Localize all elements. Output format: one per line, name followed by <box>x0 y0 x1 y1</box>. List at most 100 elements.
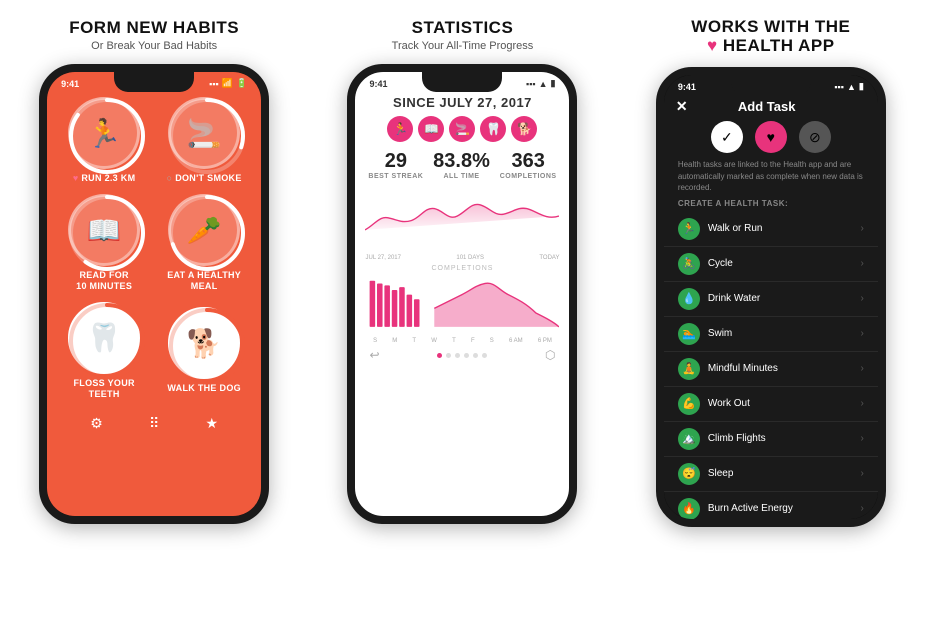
health-item-sleep[interactable]: 😴 Sleep › <box>664 457 878 492</box>
dot-4 <box>464 353 469 358</box>
mindful-chevron: › <box>860 363 863 374</box>
task-type-row: ✓ ♥ ⊘ <box>664 117 878 159</box>
stat-alltime-label: ALL TIME <box>443 173 479 180</box>
habit-read: 📖 READ FOR10 MINUTES <box>59 194 149 292</box>
health-item-swim[interactable]: 🏊 Swim › <box>664 317 878 352</box>
walk-label: Walk or Run <box>708 223 763 234</box>
workout-chevron: › <box>860 398 863 409</box>
habit-run: 🏃 ♥ RUN 2.3 KM <box>59 97 149 184</box>
title-line1-text: WORKS WITH THE <box>691 17 850 36</box>
panel2-subtitle: Track Your All-Time Progress <box>392 40 534 52</box>
chart-date-mid: 101 DAYS <box>456 255 484 261</box>
panel-statistics: STATISTICS Track Your All-Time Progress … <box>308 0 616 634</box>
habit-circle-dog: 🐕 <box>168 307 240 379</box>
habit-circle-read: 📖 <box>68 194 140 266</box>
energy-icon: 🔥 <box>678 498 700 519</box>
sleep-icon: 😴 <box>678 463 700 485</box>
habit-smoke: 🚬 ○ DON'T SMOKE <box>159 97 249 184</box>
stats-icon-smoke: 🚬 <box>449 116 475 142</box>
health-item-water[interactable]: 💧 Drink Water › <box>664 282 878 317</box>
workout-label: Work Out <box>708 398 750 409</box>
page-dots <box>380 353 545 358</box>
health-item-walk[interactable]: 🏃 Walk or Run › <box>664 212 878 247</box>
panel-habits: FORM NEW HABITS Or Break Your Bad Habits… <box>0 0 308 634</box>
stat-streak: 29 BEST STREAK <box>368 150 423 180</box>
day-s2: S <box>490 338 494 344</box>
cycle-label: Cycle <box>708 258 733 269</box>
panel2-title: STATISTICS <box>412 18 514 38</box>
task-type-check[interactable]: ✓ <box>711 121 743 153</box>
habits-grid: 🏃 ♥ RUN 2.3 KM 🚬 ○ DON'T SMOKE <box>47 91 261 407</box>
stat-alltime-value: 83.8% <box>433 150 490 173</box>
swim-icon: 🏊 <box>678 323 700 345</box>
dot-2 <box>446 353 451 358</box>
task-type-block[interactable]: ⊘ <box>799 121 831 153</box>
star-icon[interactable]: ★ <box>205 415 218 432</box>
add-task-header: ✕ Add Task <box>664 94 878 117</box>
habit-label-read: READ FOR10 MINUTES <box>76 270 132 292</box>
dot-3 <box>455 353 460 358</box>
habit-circle-eat: 🥕 <box>168 194 240 266</box>
habit-eat: 🥕 EAT A HEALTHYMEAL <box>159 194 249 292</box>
habit-floss: 🦷 FLOSS YOUR TEETH <box>59 302 149 400</box>
swim-label: Swim <box>708 328 732 339</box>
share-icon[interactable]: ⬡ <box>545 348 555 362</box>
battery-icon-2: ▮ <box>551 78 556 89</box>
habit-circle-floss: 🦷 <box>68 302 140 374</box>
task-type-heart[interactable]: ♥ <box>755 121 787 153</box>
health-item-cycle[interactable]: 🚴 Cycle › <box>664 247 878 282</box>
stats-icons-row: 🏃 📖 🚬 🦷 🐕 <box>355 116 569 142</box>
health-item-mindful[interactable]: 🧘 Mindful Minutes › <box>664 352 878 387</box>
day-s1: S <box>373 338 377 344</box>
day-t2: T <box>452 338 456 344</box>
settings-icon[interactable]: ⚙ <box>90 415 103 432</box>
signal-icon: ▪▪▪ <box>209 79 219 89</box>
habit-circle-smoke: 🚬 <box>168 97 240 169</box>
bar-chart-svg <box>365 274 559 329</box>
health-item-energy[interactable]: 🔥 Burn Active Energy › <box>664 492 878 519</box>
stats-date: SINCE JULY 27, 2017 <box>355 95 569 110</box>
walk-chevron: › <box>860 223 863 234</box>
stat-alltime: 83.8% ALL TIME <box>433 150 490 180</box>
phone-frame-2: 9:41 ▪▪▪ ▲ ▮ SINCE JULY 27, 2017 🏃 📖 🚬 🦷… <box>347 64 577 524</box>
day-f: F <box>471 338 475 344</box>
phone2-screen: 9:41 ▪▪▪ ▲ ▮ SINCE JULY 27, 2017 🏃 📖 🚬 🦷… <box>355 72 569 516</box>
phone-notch-1 <box>114 72 194 92</box>
water-icon: 💧 <box>678 288 700 310</box>
stat-streak-value: 29 <box>385 150 407 173</box>
close-button[interactable]: ✕ <box>676 98 688 115</box>
phone-notch-3 <box>731 75 811 95</box>
cycle-chevron: › <box>860 258 863 269</box>
grid-icon[interactable]: ⠿ <box>149 415 159 432</box>
health-item-climb[interactable]: 🏔️ Climb Flights › <box>664 422 878 457</box>
read-icon: 📖 <box>87 214 122 247</box>
health-info-text: Health tasks are linked to the Health ap… <box>664 159 878 199</box>
habit-label-eat: EAT A HEALTHYMEAL <box>167 270 241 292</box>
panel-health: WORKS WITH THE ♥ HEALTH APP 9:41 ▪▪▪ ▲ ▮… <box>617 0 925 634</box>
swim-chevron: › <box>860 328 863 339</box>
status-time-3: 9:41 <box>678 82 696 92</box>
dot-6 <box>482 353 487 358</box>
health-list: 🏃 Walk or Run › 🚴 Cycle › 💧 Drink Wat <box>664 212 878 519</box>
climb-chevron: › <box>860 433 863 444</box>
status-time-1: 9:41 <box>61 79 79 89</box>
stats-icon-tooth: 🦷 <box>480 116 506 142</box>
sleep-chevron: › <box>860 468 863 479</box>
stat-completions-value: 363 <box>511 150 544 173</box>
health-item-workout[interactable]: 💪 Work Out › <box>664 387 878 422</box>
stats-icon-run: 🏃 <box>387 116 413 142</box>
back-arrow[interactable]: ↩ <box>369 348 379 362</box>
line-chart-area <box>355 186 569 251</box>
panel1-subtitle: Or Break Your Bad Habits <box>91 40 217 52</box>
stat-completions: 363 COMPLETIONS <box>500 150 557 180</box>
water-chevron: › <box>860 293 863 304</box>
status-icons-1: ▪▪▪ 📶 🔋 <box>209 78 247 89</box>
stats-numbers: 29 BEST STREAK 83.8% ALL TIME 363 COMPLE… <box>355 150 569 180</box>
phone1-toolbar: ⚙ ⠿ ★ <box>47 409 261 438</box>
run-icon: 🏃 <box>87 117 122 150</box>
habit-dog: 🐕 WALK THE DOG <box>159 302 249 400</box>
cycle-icon: 🚴 <box>678 253 700 275</box>
time-6am: 6 AM <box>509 338 523 344</box>
eat-icon: 🥕 <box>187 214 222 247</box>
panel1-title: FORM NEW HABITS <box>69 18 239 38</box>
